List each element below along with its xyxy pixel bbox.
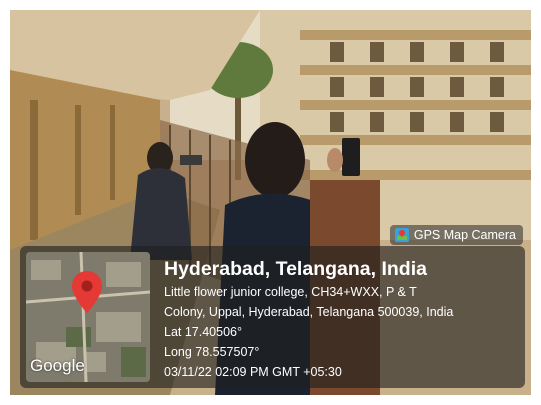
location-pin-icon (70, 270, 104, 319)
gps-map-camera-icon (394, 228, 409, 242)
latitude: Lat 17.40506° (164, 325, 242, 339)
location-details: Hyderabad, Telangana, India Little flowe… (164, 256, 519, 382)
address-line-1: Little flower junior college, CH34+WXX, … (164, 285, 417, 299)
address-line-2: Colony, Uppal, Hyderabad, Telangana 5000… (164, 305, 454, 319)
google-logo: Google (30, 356, 85, 375)
place-title: Hyderabad, Telangana, India (164, 258, 427, 280)
timestamp: 03/11/22 02:09 PM GMT +05:30 (164, 365, 342, 379)
photo: GPS Map Camera Google Hyderabad, Telanga… (10, 10, 531, 395)
longitude: Long 78.557507° (164, 345, 260, 359)
gps-map-camera-tag: GPS Map Camera (389, 225, 523, 245)
location-info-panel: Google Hyderabad, Telangana, India Littl… (20, 246, 525, 388)
gps-map-camera-label: GPS Map Camera (413, 228, 516, 242)
map-thumbnail: Google (26, 252, 150, 382)
